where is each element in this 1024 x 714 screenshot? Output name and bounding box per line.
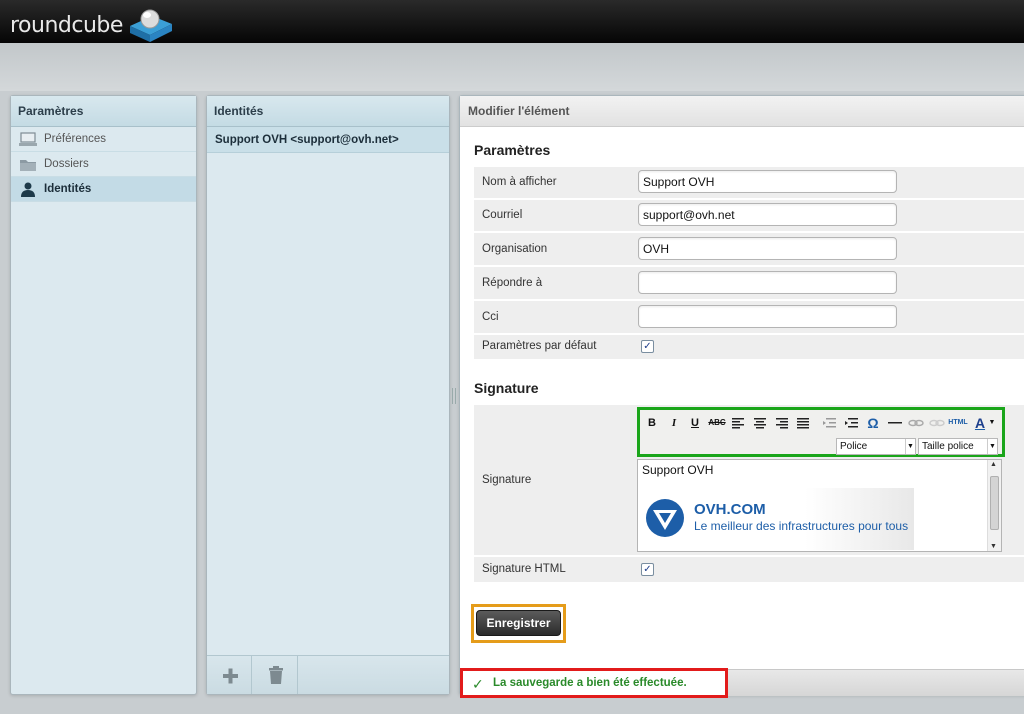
scroll-down-icon[interactable]: ▼ — [990, 543, 997, 550]
email-input[interactable] — [638, 203, 897, 226]
form-row-name: Nom à afficher — [474, 167, 1024, 198]
font-size-select[interactable]: Taille police ▼ — [918, 438, 998, 455]
save-button[interactable]: Enregistrer — [476, 610, 561, 636]
form-row-organization: Organisation — [474, 233, 1024, 265]
bold-button[interactable]: B — [642, 415, 662, 431]
ovh-tagline-text: Le meilleur des infrastructures pour tou… — [694, 519, 909, 533]
strikethrough-button[interactable]: ABC — [707, 415, 727, 431]
nav-item-preferences[interactable]: Préférences — [11, 127, 196, 152]
reply-to-input[interactable] — [638, 271, 897, 294]
font-size-select-label: Taille police — [922, 441, 974, 452]
bcc-label: Cci — [482, 311, 499, 323]
status-bar: ✓ La sauvegarde a bien été effectuée. — [460, 668, 1024, 698]
chevron-down-icon: ▼ — [905, 439, 915, 454]
edit-panel-title: Modifier l'élément — [460, 96, 1024, 127]
chevron-down-icon: ▼ — [987, 439, 997, 454]
person-icon — [21, 182, 35, 197]
save-button-highlight: Enregistrer — [471, 604, 566, 643]
edit-identity-panel: Modifier l'élément Paramètres Nom à affi… — [459, 95, 1024, 698]
signature-html-label: Signature HTML — [482, 563, 566, 575]
signature-html-checkbox[interactable]: ✓ — [641, 563, 654, 576]
identities-panel-title: Identités — [207, 96, 449, 127]
font-family-select-label: Police — [840, 441, 868, 452]
nav-item-label: Préférences — [44, 133, 107, 145]
reply-to-label: Répondre à — [482, 277, 543, 289]
form-row-signature-html: Signature HTML ✓ — [474, 557, 1024, 582]
panel-splitter[interactable] — [452, 388, 456, 404]
folder-icon — [20, 160, 36, 171]
html-source-button[interactable]: HTML — [948, 415, 968, 431]
form-row-reply-to: Répondre à — [474, 267, 1024, 299]
ovh-brand-text: OVH.COM — [694, 501, 766, 518]
underline-button[interactable]: U — [685, 415, 705, 431]
align-center-icon[interactable] — [750, 415, 770, 431]
top-bar: roundcube — [0, 0, 1024, 43]
organization-input[interactable] — [638, 237, 897, 260]
organization-label: Organisation — [482, 243, 548, 255]
align-right-icon[interactable] — [772, 415, 792, 431]
outdent-icon[interactable] — [820, 415, 840, 431]
align-justify-icon[interactable] — [793, 415, 813, 431]
ovh-logo-icon — [646, 499, 684, 537]
add-identity-button[interactable] — [207, 656, 252, 694]
nav-item-identities[interactable]: Identités — [11, 177, 196, 202]
link-icon[interactable] — [906, 415, 926, 431]
special-char-button[interactable]: Ω — [863, 415, 883, 431]
app-logo[interactable]: roundcube — [10, 13, 123, 38]
trash-icon — [269, 666, 283, 684]
checkmark-icon: ✓ — [472, 676, 484, 692]
default-label: Paramètres par défaut — [482, 340, 597, 352]
signature-scrollbar[interactable]: ▲ ▼ — [987, 460, 1001, 551]
header-band — [0, 43, 1024, 91]
settings-panel-title: Paramètres — [11, 96, 196, 127]
computer-icon — [19, 132, 37, 146]
nav-item-label: Dossiers — [44, 158, 89, 170]
form-row-default: Paramètres par défaut ✓ — [474, 335, 1024, 359]
cube-logo-icon — [130, 9, 172, 42]
settings-panel: Paramètres Préférences Dossiers Identité… — [10, 95, 197, 695]
indent-icon[interactable] — [842, 415, 862, 431]
identity-list-item[interactable]: Support OVH <support@ovh.net> — [207, 127, 449, 153]
default-checkbox[interactable]: ✓ — [641, 340, 654, 353]
editor-toolbar: B I U ABC Ω HTML A ▼ Police ▼ Taille pol… — [637, 407, 1005, 457]
nav-item-label: Identités — [44, 183, 92, 195]
email-label: Courriel — [482, 209, 523, 221]
form-row-email: Courriel — [474, 200, 1024, 231]
nav-item-folders[interactable]: Dossiers — [11, 152, 196, 177]
section-title-signature: Signature — [474, 380, 539, 396]
form-row-bcc: Cci — [474, 301, 1024, 333]
text-color-dropdown-icon[interactable]: ▼ — [987, 415, 997, 431]
signature-content-area[interactable]: Support OVH OVH.COM Le meilleur des infr… — [637, 459, 1002, 552]
status-message-box: ✓ La sauvegarde a bien été effectuée. — [460, 668, 728, 698]
scroll-thumb[interactable] — [990, 476, 999, 530]
bcc-input[interactable] — [638, 305, 897, 328]
plus-icon — [223, 668, 238, 684]
italic-button[interactable]: I — [664, 415, 684, 431]
font-family-select[interactable]: Police ▼ — [836, 438, 916, 455]
display-name-input[interactable] — [638, 170, 897, 193]
unlink-icon[interactable] — [927, 415, 947, 431]
delete-identity-button[interactable] — [253, 656, 298, 694]
scroll-up-icon[interactable]: ▲ — [990, 461, 997, 468]
identities-panel: Identités Support OVH <support@ovh.net> — [206, 95, 450, 695]
section-title-parameters: Paramètres — [474, 142, 551, 158]
horizontal-rule-icon[interactable] — [885, 415, 905, 431]
ovh-signature-image: OVH.COM Le meilleur des infrastructures … — [642, 488, 914, 550]
align-left-icon[interactable] — [728, 415, 748, 431]
signature-editor: B I U ABC Ω HTML A ▼ Police ▼ Taille pol… — [637, 407, 1005, 552]
signature-label: Signature — [482, 474, 532, 486]
status-message: La sauvegarde a bien été effectuée. — [493, 677, 687, 689]
identities-footer — [207, 655, 449, 694]
signature-text: Support OVH — [642, 463, 714, 477]
name-label: Nom à afficher — [482, 176, 557, 188]
